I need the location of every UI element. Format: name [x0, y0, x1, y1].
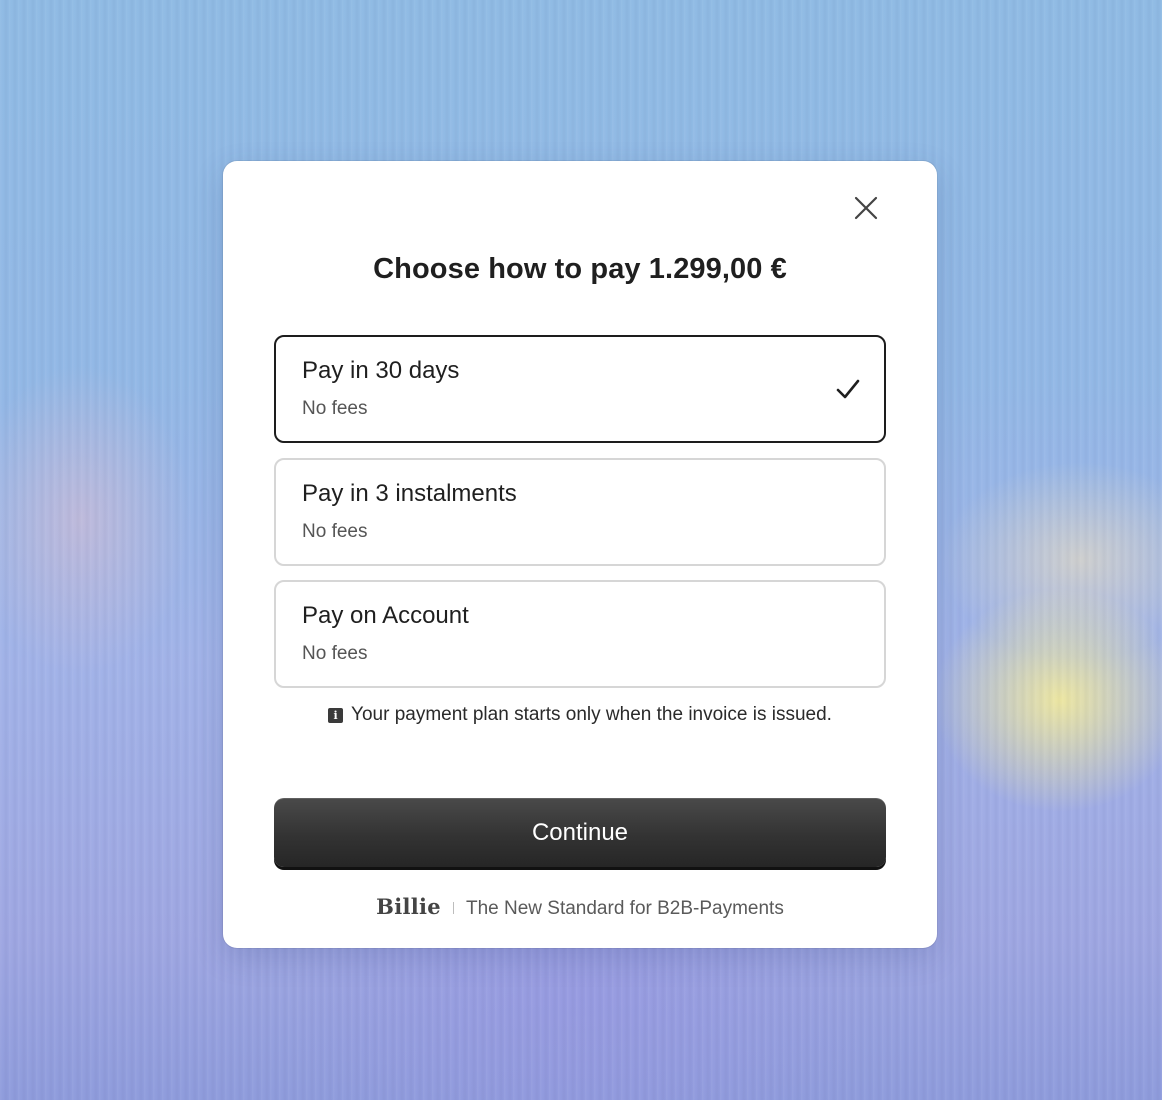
footer-divider: [452, 902, 454, 914]
option-pay-in-3-instalments[interactable]: Pay in 3 instalments No fees: [274, 458, 886, 566]
option-pay-in-30-days[interactable]: Pay in 30 days No fees: [274, 335, 886, 443]
option-subtitle: No fees: [302, 521, 368, 542]
close-button[interactable]: [849, 191, 883, 225]
option-pay-on-account[interactable]: Pay on Account No fees: [274, 580, 886, 688]
check-icon: [836, 379, 860, 399]
info-icon: i: [328, 708, 344, 723]
option-label: Pay in 30 days: [302, 357, 460, 384]
info-text: Your payment plan starts only when the i…: [351, 704, 832, 725]
close-icon: [854, 196, 878, 220]
option-label: Pay on Account: [302, 602, 469, 629]
footer-tagline: The New Standard for B2B-Payments: [465, 898, 784, 919]
payment-method-dialog: Choose how to pay 1.299,00 € Pay in 30 d…: [223, 161, 937, 948]
billie-logo: Billie: [376, 894, 441, 919]
dialog-title: Choose how to pay 1.299,00 €: [373, 253, 787, 285]
continue-button[interactable]: Continue: [274, 798, 886, 867]
info-notice: i Your payment plan starts only when the …: [223, 704, 937, 726]
option-subtitle: No fees: [302, 643, 368, 664]
option-label: Pay in 3 instalments: [302, 480, 517, 507]
footer: Billie The New Standard for B2B-Payments: [223, 894, 937, 920]
option-subtitle: No fees: [302, 398, 368, 419]
